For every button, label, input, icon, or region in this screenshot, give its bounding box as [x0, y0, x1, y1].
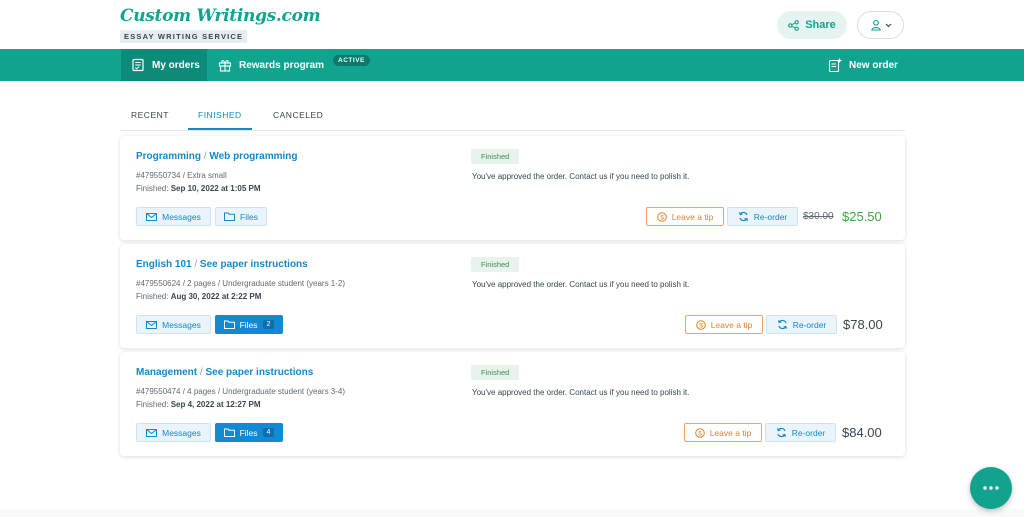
order-finished-date: Finished: Sep 4, 2022 at 12:27 PM: [136, 400, 261, 409]
new-order-icon: [828, 58, 842, 73]
order-price: $25.50: [842, 209, 882, 224]
orders-icon: [131, 58, 145, 72]
chat-button[interactable]: [970, 467, 1012, 509]
brand-name: Custom Writings.com: [120, 6, 321, 26]
share-label: Share: [805, 19, 836, 31]
files-label: Files: [239, 427, 258, 438]
coin-icon: $: [656, 211, 667, 222]
folder-icon: [223, 320, 235, 329]
messages-label: Messages: [162, 319, 201, 330]
files-button[interactable]: Files 4: [215, 423, 283, 442]
order-price: $84.00: [842, 425, 882, 440]
order-price: $78.00: [843, 317, 883, 332]
brand-logo[interactable]: Custom Writings.com ESSAY WRITING SERVIC…: [120, 6, 321, 44]
leave-tip-button[interactable]: $ Leave a tip: [684, 423, 762, 442]
tab-finished[interactable]: FINISHED: [188, 110, 252, 130]
svg-text:$: $: [698, 430, 702, 437]
messages-label: Messages: [162, 427, 201, 438]
refresh-icon: [738, 211, 749, 222]
nav-new-order-label: New order: [849, 59, 898, 71]
files-button[interactable]: Files: [215, 207, 267, 226]
order-finished-date: Finished: Aug 30, 2022 at 2:22 PM: [136, 292, 262, 301]
coin-icon: $: [694, 427, 705, 438]
files-label: Files: [240, 211, 258, 222]
files-count-badge: 4: [262, 428, 275, 437]
leave-tip-label: Leave a tip: [709, 427, 752, 438]
leave-tip-button[interactable]: $ Leave a tip: [685, 315, 763, 334]
status-message: You've approved the order. Contact us if…: [472, 388, 690, 397]
top-header: Custom Writings.com ESSAY WRITING SERVIC…: [0, 0, 1024, 49]
reorder-label: Re-order: [753, 211, 788, 222]
share-button[interactable]: Share: [777, 11, 847, 39]
order-topic: See paper instructions: [199, 259, 308, 270]
nav-rewards-label: Rewards program: [239, 59, 325, 71]
status-badge: Finished: [471, 149, 520, 164]
rewards-status-badge: ACTIVE: [333, 54, 370, 66]
tab-recent[interactable]: RECENT: [131, 110, 169, 128]
files-count-badge: 2: [262, 320, 275, 329]
refresh-icon: [776, 427, 787, 438]
order-title[interactable]: English 101 / See paper instructions: [136, 259, 308, 270]
reorder-button[interactable]: Re-order: [727, 207, 798, 226]
envelope-icon: [146, 320, 158, 329]
reorder-label: Re-order: [791, 427, 826, 438]
refresh-icon: [777, 319, 788, 330]
order-card: Management / See paper instructions #479…: [120, 352, 905, 456]
folder-icon: [224, 212, 236, 221]
more-icon: [983, 486, 999, 490]
messages-button[interactable]: Messages: [136, 207, 211, 226]
nav-my-orders-label: My orders: [152, 59, 200, 71]
status-badge: Finished: [471, 365, 520, 380]
status-message: You've approved the order. Contact us if…: [472, 280, 690, 289]
original-price: $30.00: [803, 211, 834, 222]
nav-my-orders[interactable]: My orders: [121, 49, 207, 81]
reorder-button[interactable]: Re-order: [766, 315, 837, 334]
share-icon: [788, 19, 800, 31]
gift-icon: [218, 58, 232, 72]
order-title[interactable]: Programming / Web programming: [136, 151, 298, 162]
leave-tip-label: Leave a tip: [671, 211, 714, 222]
order-meta: #479550624 / 2 pages / Undergraduate stu…: [136, 279, 346, 288]
main-nav: My orders Rewards program ACTIVE New ord…: [0, 49, 1024, 81]
tab-canceled[interactable]: CANCELED: [273, 110, 323, 128]
messages-label: Messages: [162, 211, 201, 222]
leave-tip-label: Leave a tip: [710, 319, 753, 330]
envelope-icon: [146, 212, 158, 221]
order-subject: Management: [136, 367, 198, 378]
svg-text:$: $: [660, 214, 664, 221]
order-topic: See paper instructions: [205, 367, 314, 378]
envelope-icon: [146, 428, 158, 437]
reorder-label: Re-order: [792, 319, 827, 330]
svg-text:$: $: [699, 322, 703, 329]
order-topic: Web programming: [209, 151, 298, 162]
folder-icon: [223, 428, 235, 437]
order-card: English 101 / See paper instructions #47…: [120, 244, 905, 348]
brand-tagline: ESSAY WRITING SERVICE: [120, 30, 248, 43]
user-icon: [870, 19, 882, 31]
status-badge: Finished: [471, 257, 520, 272]
coin-icon: $: [695, 319, 706, 330]
order-tabs: RECENT FINISHED CANCELED: [120, 101, 905, 131]
nav-new-order[interactable]: New order: [828, 49, 898, 81]
order-card: Programming / Web programming #479550734…: [120, 136, 905, 240]
order-subject: Programming: [136, 151, 202, 162]
reorder-button[interactable]: Re-order: [765, 423, 836, 442]
order-meta: #479550734 / Extra small: [136, 171, 227, 180]
nav-rewards-program[interactable]: Rewards program ACTIVE: [216, 49, 370, 81]
order-title[interactable]: Management / See paper instructions: [136, 367, 313, 378]
files-label: Files: [239, 319, 258, 330]
chevron-down-icon: [885, 23, 892, 28]
status-message: You've approved the order. Contact us if…: [472, 172, 690, 181]
leave-tip-button[interactable]: $ Leave a tip: [646, 207, 724, 226]
user-menu-button[interactable]: [857, 11, 904, 39]
order-finished-date: Finished: Sep 10, 2022 at 1:05 PM: [136, 184, 261, 193]
orders-panel: RECENT FINISHED CANCELED Programming / W…: [0, 81, 1024, 509]
files-button[interactable]: Files 2: [215, 315, 283, 334]
order-meta: #479550474 / 4 pages / Undergraduate stu…: [136, 387, 346, 396]
messages-button[interactable]: Messages: [136, 315, 211, 334]
messages-button[interactable]: Messages: [136, 423, 211, 442]
order-subject: English 101: [136, 259, 192, 270]
